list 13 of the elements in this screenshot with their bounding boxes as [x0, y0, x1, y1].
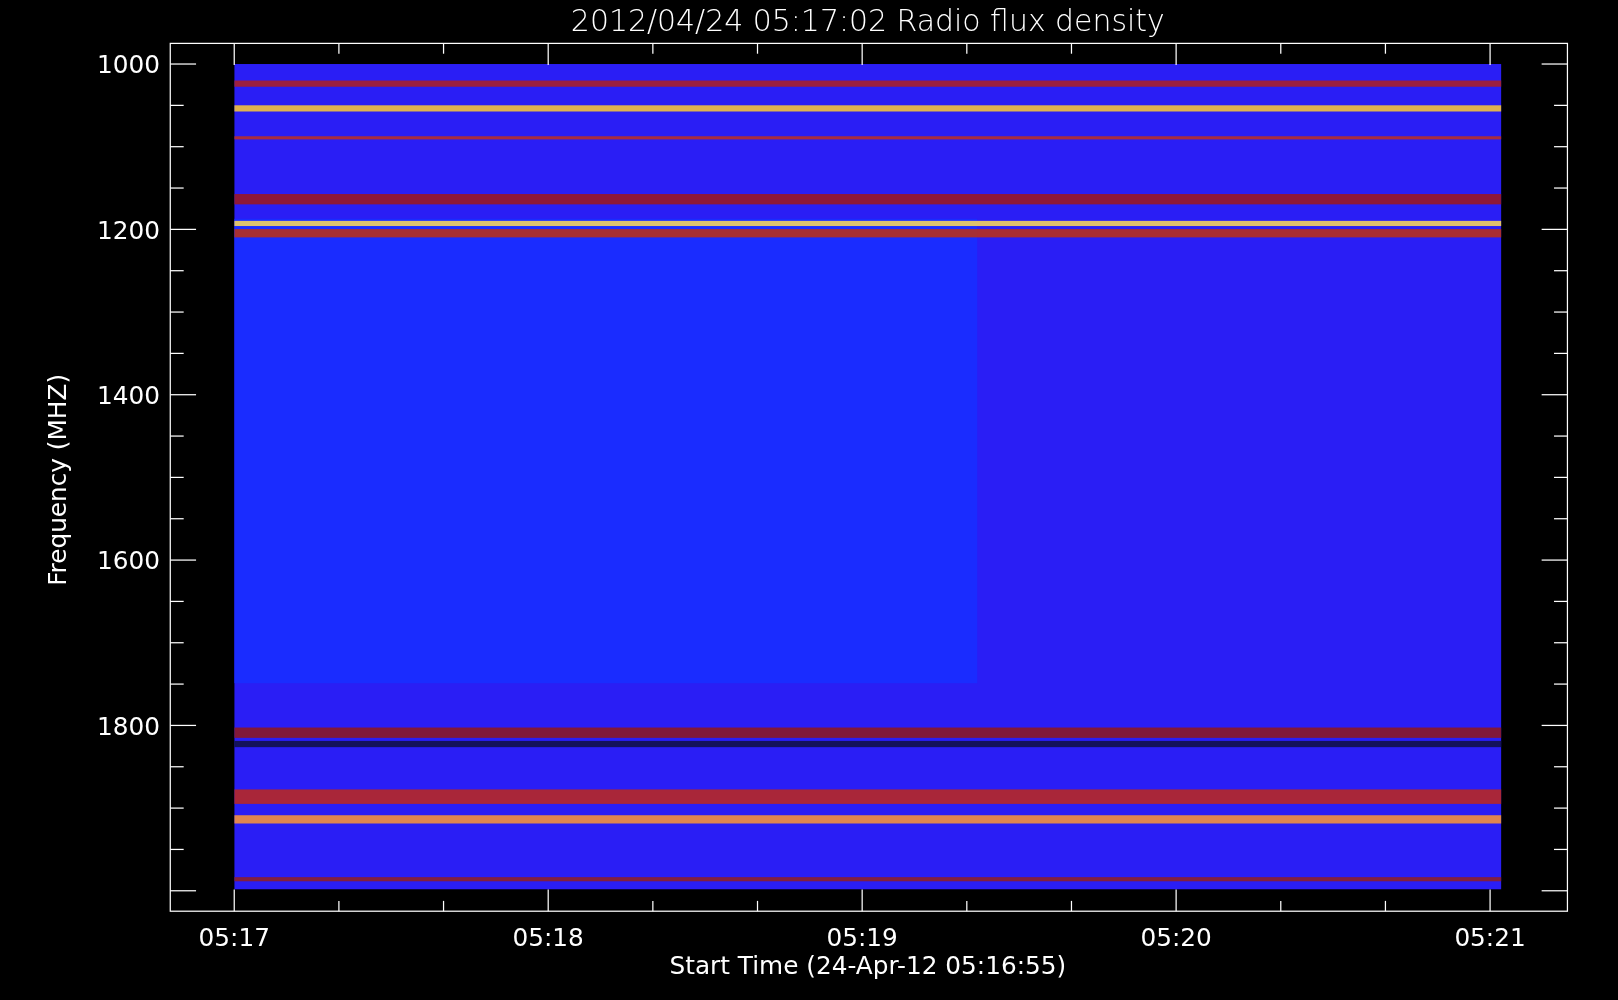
x-tick-label: 05:17: [198, 923, 270, 953]
x-axis-label: Start Time (24-Apr-12 05:16:55): [669, 951, 1067, 981]
y-tick-label: 1400: [96, 381, 160, 411]
y-tick-label: 1800: [96, 711, 160, 741]
x-tick-label: 05:18: [512, 923, 584, 953]
x-tick-label: 05:19: [826, 923, 898, 953]
x-tick-label: 05:21: [1454, 923, 1526, 953]
y-tick-label: 1200: [96, 215, 160, 245]
y-tick-label: 1600: [96, 546, 160, 576]
y-axis-label: Frequency (MHZ): [43, 373, 73, 586]
y-tick-label: 1000: [96, 50, 160, 80]
x-tick-label: 05:20: [1140, 923, 1212, 953]
chart-title: 2012/04/24 05:17:02 Radio flux density: [570, 3, 1165, 38]
